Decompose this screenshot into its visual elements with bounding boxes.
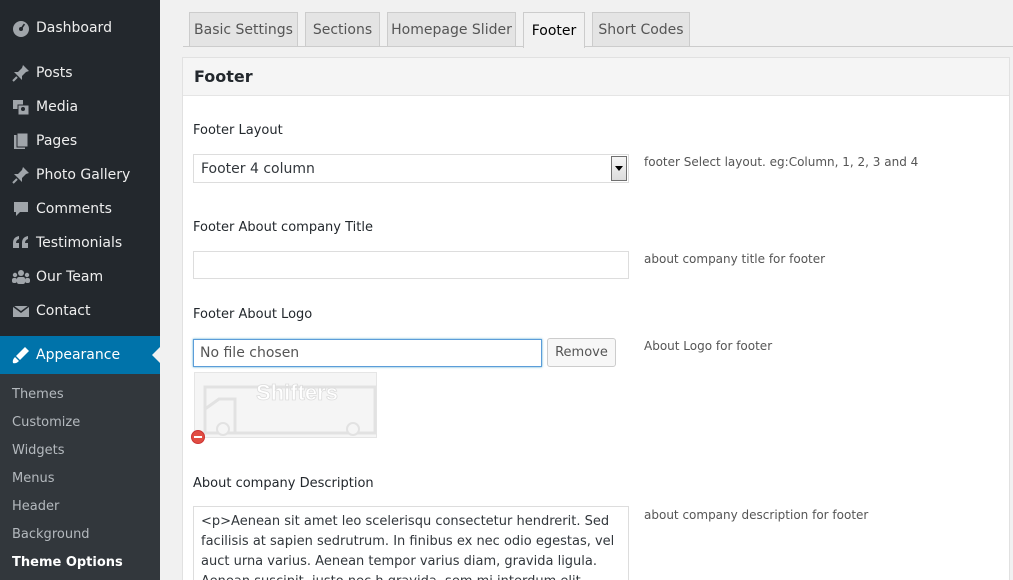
dashboard-icon xyxy=(0,18,36,38)
menu-item-appearance[interactable]: Appearance xyxy=(0,336,160,374)
logo-file-input[interactable]: No file chosen xyxy=(193,339,542,367)
footer-layout-select[interactable]: Footer 4 column xyxy=(193,154,629,183)
tab-sections[interactable]: Sections xyxy=(305,12,380,47)
quote-icon xyxy=(0,233,36,253)
footer-layout-value: Footer 4 column xyxy=(201,160,315,177)
about-logo-label: Footer About Logo xyxy=(193,307,313,322)
menu-item-dashboard[interactable]: Dashboard xyxy=(0,11,160,45)
submenu-item-themes[interactable]: Themes xyxy=(12,387,64,402)
menu-label-media: Media xyxy=(36,99,79,115)
menu-label-contact: Contact xyxy=(36,303,91,319)
pages-icon xyxy=(0,131,36,151)
about-title-input[interactable] xyxy=(193,251,629,279)
about-description-textarea[interactable]: <p>Aenean sit amet leo scelerisqu consec… xyxy=(193,506,629,580)
submenu-item-widgets[interactable]: Widgets xyxy=(12,443,65,458)
panel-header: Footer xyxy=(183,58,1009,96)
tab-homepage-slider[interactable]: Homepage Slider xyxy=(387,12,516,47)
about-logo-description: About Logo for footer xyxy=(644,339,773,353)
submenu-item-menus[interactable]: Menus xyxy=(12,471,54,486)
panel-title: Footer xyxy=(194,67,253,86)
menu-item-testimonials[interactable]: Testimonials xyxy=(0,226,160,260)
about-title-description: about company title for footer xyxy=(644,252,826,266)
tab-short-codes[interactable]: Short Codes xyxy=(592,12,690,47)
menu-item-our-team[interactable]: Our Team xyxy=(0,260,160,294)
submenu-item-theme-options[interactable]: Theme Options xyxy=(12,555,123,570)
about-description-description: about company description for footer xyxy=(644,508,869,522)
pin-icon xyxy=(0,165,36,185)
about-description-label: About company Description xyxy=(193,476,374,491)
menu-label-pages: Pages xyxy=(36,133,78,149)
menu-item-media[interactable]: Media xyxy=(0,90,160,124)
appearance-submenu: Themes Customize Widgets Menus Header Ba… xyxy=(0,374,160,580)
menu-label-dashboard: Dashboard xyxy=(36,20,112,36)
menu-label-comments: Comments xyxy=(36,201,112,217)
footer-layout-description: footer Select layout. eg:Column, 1, 2, 3… xyxy=(644,155,919,169)
menu-item-posts[interactable]: Posts xyxy=(0,56,160,90)
menu-item-comments[interactable]: Comments xyxy=(0,192,160,226)
tab-basic-settings[interactable]: Basic Settings xyxy=(189,12,298,47)
menu-label-posts: Posts xyxy=(36,65,73,81)
admin-sidebar: Dashboard Posts Media Pages Photo Galler… xyxy=(0,0,160,580)
current-menu-arrow xyxy=(152,347,160,363)
about-title-label: Footer About company Title xyxy=(193,220,373,235)
groups-icon xyxy=(0,267,36,287)
tab-divider xyxy=(183,46,1013,47)
remove-circle-icon[interactable] xyxy=(191,430,205,444)
chevron-down-icon[interactable] xyxy=(611,156,627,181)
menu-item-photo-gallery[interactable]: Photo Gallery xyxy=(0,158,160,192)
menu-item-contact[interactable]: Contact xyxy=(0,294,160,328)
email-icon xyxy=(0,301,36,321)
footer-layout-label: Footer Layout xyxy=(193,123,283,138)
menu-label-appearance: Appearance xyxy=(36,347,121,363)
tab-footer[interactable]: Footer xyxy=(523,12,585,48)
menu-item-pages[interactable]: Pages xyxy=(0,124,160,158)
menu-label-photo-gallery: Photo Gallery xyxy=(36,167,131,183)
menu-label-testimonials: Testimonials xyxy=(36,235,123,251)
logo-text: Shifters xyxy=(256,380,338,405)
menu-label-our-team: Our Team xyxy=(36,269,104,285)
appearance-icon xyxy=(0,345,36,365)
media-icon xyxy=(0,97,36,117)
pin-icon xyxy=(0,63,36,83)
submenu-item-background[interactable]: Background xyxy=(12,527,90,542)
comment-icon xyxy=(0,199,36,219)
remove-button[interactable]: Remove xyxy=(547,338,616,367)
submenu-item-header[interactable]: Header xyxy=(12,499,59,514)
submenu-item-customize[interactable]: Customize xyxy=(12,415,80,430)
logo-preview-image: Shifters xyxy=(194,372,377,438)
